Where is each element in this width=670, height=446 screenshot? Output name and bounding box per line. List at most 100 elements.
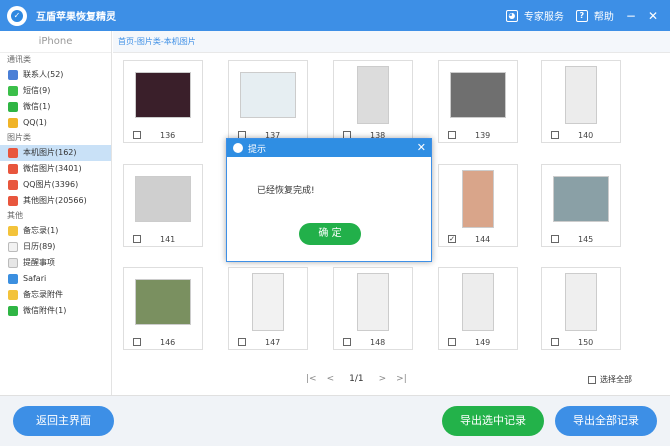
sidebar-item[interactable]: 提醒事项 xyxy=(0,255,111,271)
export-all-button[interactable]: 导出全部记录 xyxy=(555,406,657,436)
sidebar-item-label: Safari xyxy=(23,274,47,283)
close-window-icon[interactable]: ✕ xyxy=(648,9,658,23)
photo-thumbnail[interactable] xyxy=(542,65,620,125)
category-icon xyxy=(8,242,18,252)
photo-checkbox[interactable] xyxy=(448,131,456,139)
sidebar-item[interactable]: 备忘录附件 xyxy=(0,287,111,303)
photo-thumbnail[interactable] xyxy=(542,272,620,332)
sidebar-item-label: 提醒事项 xyxy=(23,258,55,267)
photo-checkbox[interactable] xyxy=(551,235,559,243)
photo-thumbnail[interactable] xyxy=(542,169,620,229)
photo-number: 148 xyxy=(370,338,386,347)
photo-thumbnail[interactable] xyxy=(229,65,307,125)
photo-tile[interactable]: 147 xyxy=(228,267,308,350)
photo-checkbox[interactable]: ✓ xyxy=(448,235,456,243)
help-button[interactable]: ? 帮助 xyxy=(575,8,614,23)
photo-checkbox[interactable] xyxy=(133,338,141,346)
sidebar-item[interactable]: 微信(1) xyxy=(0,99,111,115)
breadcrumb[interactable]: 首页-图片类-本机图片 xyxy=(113,31,670,53)
photo-tile[interactable]: 150 xyxy=(541,267,621,350)
sidebar-item-label: QQ图片(3396) xyxy=(23,180,79,189)
photo-thumbnail[interactable] xyxy=(439,169,517,229)
dialog-close-icon[interactable]: ✕ xyxy=(417,141,426,154)
select-all-checkbox[interactable]: 选择全部 xyxy=(588,374,632,385)
photo-checkbox[interactable] xyxy=(238,338,246,346)
sidebar-item-label: 本机图片(162) xyxy=(23,148,77,157)
back-home-button[interactable]: 返回主界面 xyxy=(13,406,114,436)
category-icon xyxy=(8,258,18,268)
sidebar-item[interactable]: 备忘录(1) xyxy=(0,223,111,239)
photo-thumbnail[interactable] xyxy=(439,272,517,332)
photo-checkbox[interactable] xyxy=(133,131,141,139)
photo-tile[interactable]: 141 xyxy=(123,164,203,247)
person-icon: ◕ xyxy=(505,9,518,22)
photo-tile[interactable]: 140 xyxy=(541,60,621,143)
sidebar-item[interactable]: 其他图片(20566) xyxy=(0,193,111,209)
sidebar-item[interactable]: 日历(89) xyxy=(0,239,111,255)
minimize-icon[interactable]: − xyxy=(626,9,636,23)
first-page-button[interactable]: |< xyxy=(306,374,317,384)
photo-tile[interactable]: 136 xyxy=(123,60,203,143)
dialog-ok-button[interactable]: 确 定 xyxy=(299,223,361,245)
photo-thumbnail[interactable] xyxy=(124,272,202,332)
dialog-header: 提示 xyxy=(227,139,431,157)
sidebar-item[interactable]: 本机图片(162) xyxy=(0,145,111,161)
photo-checkbox[interactable] xyxy=(133,235,141,243)
photo-thumbnail[interactable] xyxy=(124,65,202,125)
next-page-button[interactable]: > xyxy=(379,374,387,384)
select-all-label: 选择全部 xyxy=(600,375,632,384)
photo-thumbnail[interactable] xyxy=(334,272,412,332)
photo-image xyxy=(553,176,609,222)
expert-service-button[interactable]: ◕ 专家服务 xyxy=(505,8,564,23)
sidebar-item[interactable]: 联系人(52) xyxy=(0,67,111,83)
category-icon xyxy=(8,164,18,174)
sidebar-item[interactable]: 微信附件(1) xyxy=(0,303,111,319)
page-indicator: 1/1 xyxy=(349,374,364,384)
photo-tile[interactable]: 149 xyxy=(438,267,518,350)
sidebar-item-label: 微信附件(1) xyxy=(23,306,67,315)
photo-thumbnail[interactable] xyxy=(124,169,202,229)
photo-tile[interactable]: 145 xyxy=(541,164,621,247)
photo-checkbox[interactable] xyxy=(551,338,559,346)
category-header: 图片类 xyxy=(7,133,31,142)
photo-image xyxy=(565,66,597,124)
photo-number: 144 xyxy=(475,235,491,244)
export-selected-button[interactable]: 导出选中记录 xyxy=(442,406,544,436)
photo-checkbox[interactable] xyxy=(448,338,456,346)
sidebar-item[interactable]: Safari xyxy=(0,271,111,287)
photo-tile[interactable]: ✓ 144 xyxy=(438,164,518,247)
prev-page-button[interactable]: < xyxy=(327,374,335,384)
sidebar-item[interactable]: 短信(9) xyxy=(0,83,111,99)
category-header: 通讯类 xyxy=(7,55,31,64)
photo-checkbox[interactable] xyxy=(551,131,559,139)
photo-number: 141 xyxy=(160,235,176,244)
sidebar-item-label: 备忘录(1) xyxy=(23,226,59,235)
photo-image xyxy=(462,170,494,228)
photo-image xyxy=(357,66,389,124)
photo-checkbox[interactable] xyxy=(343,338,351,346)
photo-tile[interactable]: 138 xyxy=(333,60,413,143)
photo-tile[interactable]: 137 xyxy=(228,60,308,143)
question-icon: ? xyxy=(575,9,588,22)
photo-thumbnail[interactable] xyxy=(334,65,412,125)
photo-number: 147 xyxy=(265,338,281,347)
photo-thumbnail[interactable] xyxy=(229,272,307,332)
category-header: 其他 xyxy=(7,211,23,220)
sidebar-item-label: 联系人(52) xyxy=(23,70,64,79)
select-all-box[interactable] xyxy=(588,375,596,384)
photo-tile[interactable]: 139 xyxy=(438,60,518,143)
sidebar-item-label: 备忘录附件 xyxy=(23,290,63,299)
last-page-button[interactable]: >| xyxy=(396,374,407,384)
sidebar-item[interactable]: QQ(1) xyxy=(0,115,111,131)
category-icon xyxy=(8,196,18,206)
photo-thumbnail[interactable] xyxy=(439,65,517,125)
photo-tile[interactable]: 148 xyxy=(333,267,413,350)
sidebar-item[interactable]: 微信图片(3401) xyxy=(0,161,111,177)
photo-image xyxy=(135,279,191,325)
category-icon xyxy=(8,118,18,128)
sidebar-item[interactable]: QQ图片(3396) xyxy=(0,177,111,193)
photo-number: 149 xyxy=(475,338,491,347)
photo-tile[interactable]: 146 xyxy=(123,267,203,350)
sidebar-item-label: 微信图片(3401) xyxy=(23,164,82,173)
dialog-title: 提示 xyxy=(248,144,267,155)
